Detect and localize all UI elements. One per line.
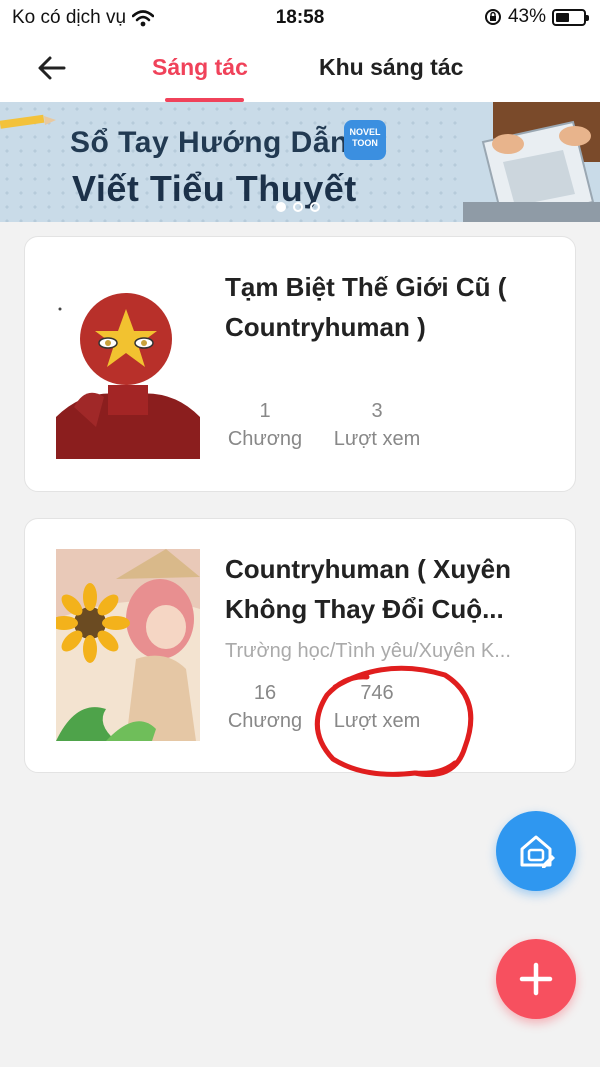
creator-home-icon: [520, 835, 555, 868]
lock-rotation-icon: [484, 9, 501, 25]
cover-image: [56, 549, 200, 741]
creator-home-button[interactable]: [496, 811, 576, 891]
work-title[interactable]: Countryhuman ( Xuyên Không Thay Đổi Cuộ.…: [225, 549, 555, 629]
status-bar: Ko có dịch vụ 18:58 43%: [0, 0, 600, 36]
chapter-count: 16 Chương: [225, 681, 305, 737]
chapter-count-value: 16: [253, 682, 277, 704]
pager-dot[interactable]: [310, 202, 320, 212]
add-work-button[interactable]: [496, 939, 576, 1019]
tab-creator-zone[interactable]: Khu sáng tác: [319, 54, 463, 81]
work-card[interactable]: Countryhuman ( Xuyên Không Thay Đổi Cuộ.…: [24, 518, 576, 777]
laptop-illustration: [463, 102, 600, 222]
work-title[interactable]: Tạm Biệt Thế Giới Cũ ( Countryhuman ): [225, 267, 555, 347]
chapter-count: 1 Chương: [225, 399, 305, 455]
chapter-count-label: Chương: [227, 710, 303, 732]
banner-line-1: Sổ Tay Hướng Dẫn: [70, 126, 349, 159]
pencil-illustration: [0, 114, 56, 129]
pager-dot[interactable]: [276, 202, 286, 212]
work-card[interactable]: Tạm Biệt Thế Giới Cũ ( Countryhuman ) 1 …: [24, 236, 576, 492]
cover-image: [56, 267, 200, 459]
novel-toon-logo: NOVEL TOON: [344, 120, 386, 160]
banner-pager: [276, 202, 320, 212]
back-arrow-icon[interactable]: [34, 50, 70, 86]
tab-creations[interactable]: Sáng tác: [152, 54, 248, 81]
header: Sáng tác Khu sáng tác: [0, 36, 600, 102]
battery-icon: [552, 8, 589, 26]
chapter-count-value: 1: [259, 400, 271, 422]
view-count-value: 3: [371, 400, 383, 422]
plus-icon: [519, 962, 553, 996]
red-circle-annotation: [314, 665, 474, 777]
pager-dot[interactable]: [293, 202, 303, 212]
view-count: 3 Lượt xem: [327, 399, 427, 455]
chapter-count-label: Chương: [227, 428, 303, 450]
battery-percent: 43%: [507, 6, 546, 27]
view-count-label: Lượt xem: [333, 428, 421, 450]
promo-banner[interactable]: Sổ Tay Hướng Dẫn Viết Tiểu Thuyết NOVEL T…: [0, 102, 600, 222]
